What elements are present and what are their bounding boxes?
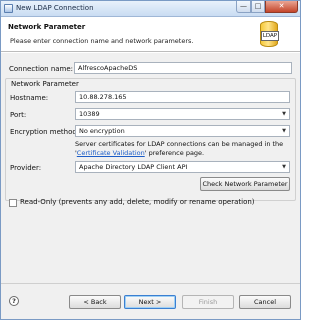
hostname-label: Hostname: — [10, 94, 49, 102]
wizard-body: Connection name: Network Parameter Hostn… — [1, 53, 300, 283]
provider-label: Provider: — [10, 164, 42, 172]
port-combo[interactable]: 10389 ▼ — [75, 108, 290, 120]
read-only-label: Read-Only (prevents any add, delete, mod… — [20, 198, 255, 206]
provider-select[interactable]: Apache Directory LDAP Client API ▼ — [75, 161, 290, 173]
help-icon[interactable]: ? — [9, 296, 19, 306]
close-button[interactable]: ✕ — [265, 1, 298, 13]
encryption-method-value: No encryption — [79, 127, 125, 135]
connection-name-label: Connection name: — [9, 65, 74, 73]
encryption-method-select[interactable]: No encryption ▼ — [75, 125, 290, 137]
certificate-info-suffix: ' preference page. — [144, 149, 205, 157]
ldap-icon: LDAP — [257, 19, 281, 49]
minimize-button[interactable]: — — [236, 1, 251, 13]
connection-name-input[interactable] — [74, 62, 292, 74]
check-network-parameter-button[interactable]: Check Network Parameter — [200, 177, 290, 191]
ldap-logo-label: LDAP — [261, 31, 279, 41]
dialog-window: New LDAP Connection — □ ✕ Network Parame… — [0, 0, 301, 320]
app-icon — [4, 4, 13, 13]
port-value: 10389 — [79, 110, 100, 118]
title-bar[interactable]: New LDAP Connection — □ ✕ — [1, 1, 300, 17]
certificate-validation-link[interactable]: Certificate Validation — [77, 149, 145, 157]
provider-value: Apache Directory LDAP Client API — [79, 163, 188, 171]
cancel-button[interactable]: Cancel — [239, 295, 291, 309]
page-description: Please enter connection name and network… — [10, 37, 194, 45]
port-label: Port: — [10, 111, 27, 119]
maximize-button[interactable]: □ — [251, 1, 265, 13]
window-title: New LDAP Connection — [16, 4, 94, 12]
finish-button[interactable]: Finish — [182, 295, 234, 309]
back-button[interactable]: < Back — [69, 295, 121, 309]
chevron-down-icon[interactable]: ▼ — [280, 163, 288, 171]
network-parameter-group-label: Network Parameter — [10, 80, 80, 88]
wizard-footer: ? < Back Next > Finish Cancel — [1, 283, 300, 319]
certificate-info-text: Server certificates for LDAP connections… — [75, 140, 290, 158]
page-title: Network Parameter — [8, 23, 86, 31]
hostname-input[interactable] — [75, 91, 290, 103]
chevron-down-icon[interactable]: ▼ — [280, 110, 288, 118]
next-button[interactable]: Next > — [124, 295, 176, 309]
encryption-method-label: Encryption method: — [10, 128, 80, 136]
wizard-header: Network Parameter Please enter connectio… — [1, 17, 300, 52]
chevron-down-icon[interactable]: ▼ — [280, 127, 288, 135]
read-only-checkbox[interactable] — [9, 199, 17, 207]
